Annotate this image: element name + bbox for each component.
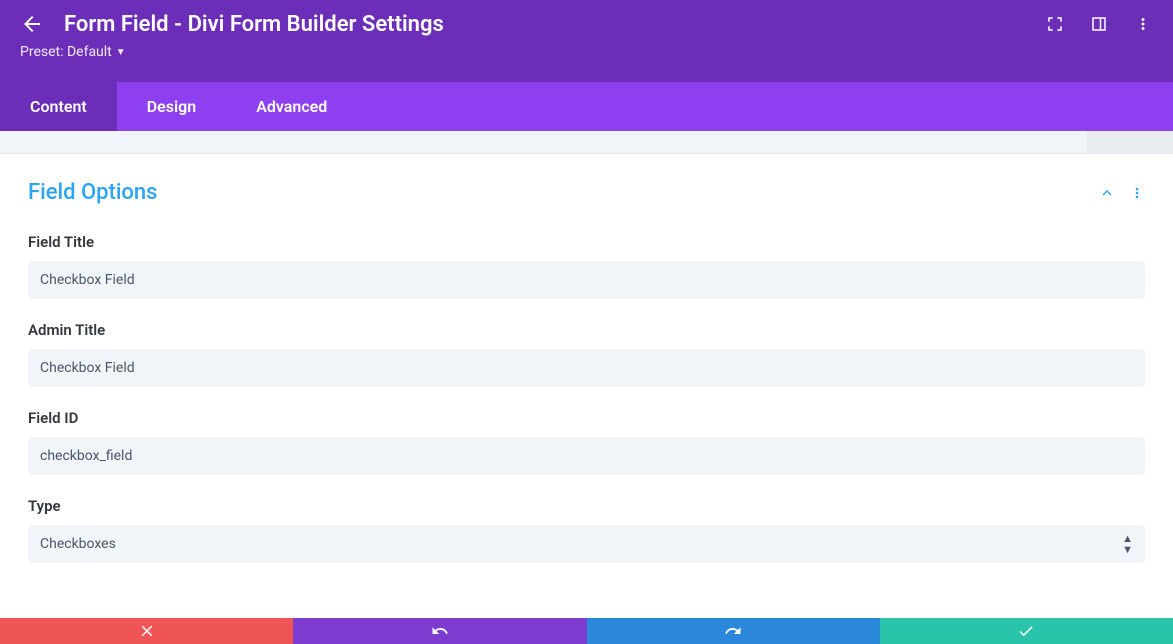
cancel-button[interactable] [0, 618, 293, 644]
field-options-section: Field Options Field Title Admin Title Fi… [0, 154, 1173, 563]
tab-advanced[interactable]: Advanced [226, 82, 357, 131]
tab-content[interactable]: Content [0, 82, 117, 131]
admin-title-label: Admin Title [28, 321, 1145, 339]
section-more-icon[interactable] [1129, 185, 1145, 201]
section-actions [1099, 185, 1145, 201]
tab-design[interactable]: Design [117, 82, 226, 131]
back-icon[interactable] [20, 12, 44, 36]
field-title-group: Field Title [28, 233, 1145, 299]
preset-label: Preset: Default [20, 44, 112, 60]
field-id-input[interactable] [28, 437, 1145, 475]
caret-down-icon: ▼ [116, 47, 126, 58]
admin-title-group: Admin Title [28, 321, 1145, 387]
admin-title-input[interactable] [28, 349, 1145, 387]
footer-actions [0, 618, 1173, 644]
content-area: Field Options Field Title Admin Title Fi… [0, 154, 1173, 618]
save-button[interactable] [880, 618, 1173, 644]
type-label: Type [28, 497, 1145, 515]
modal-title: Form Field - Divi Form Builder Settings [64, 12, 1045, 37]
field-id-group: Field ID [28, 409, 1145, 475]
undo-button[interactable] [293, 618, 586, 644]
field-title-label: Field Title [28, 233, 1145, 251]
type-select-wrap: Checkboxes ▲▼ [28, 525, 1145, 563]
section-header: Field Options [28, 180, 1145, 205]
redo-button[interactable] [587, 618, 880, 644]
collapse-icon[interactable] [1099, 185, 1115, 201]
more-icon[interactable] [1133, 14, 1153, 34]
search-filter-bar [0, 131, 1173, 154]
modal-header: Form Field - Divi Form Builder Settings … [0, 0, 1173, 82]
section-title: Field Options [28, 180, 158, 205]
header-top: Form Field - Divi Form Builder Settings [0, 0, 1173, 40]
field-title-input[interactable] [28, 261, 1145, 299]
type-select[interactable]: Checkboxes [28, 525, 1145, 563]
tabs: Content Design Advanced [0, 82, 1173, 131]
type-group: Type Checkboxes ▲▼ [28, 497, 1145, 563]
snap-icon[interactable] [1089, 14, 1109, 34]
field-id-label: Field ID [28, 409, 1145, 427]
header-actions [1045, 14, 1153, 34]
expand-icon[interactable] [1045, 14, 1065, 34]
filter-button-partial[interactable] [1087, 131, 1173, 153]
preset-dropdown[interactable]: Preset: Default ▼ [0, 40, 1173, 64]
